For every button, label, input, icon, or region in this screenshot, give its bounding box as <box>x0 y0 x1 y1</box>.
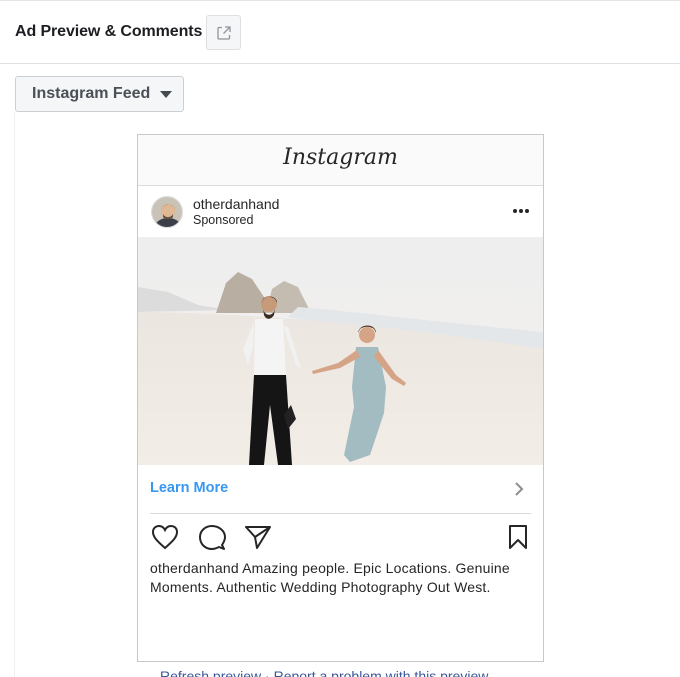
preview-footer-links[interactable]: Refresh preview · Report a problem with … <box>160 668 488 677</box>
external-link-icon <box>216 25 231 40</box>
chevron-right-icon <box>515 482 524 496</box>
divider <box>150 513 531 514</box>
page-title: Ad Preview & Comments <box>15 23 203 40</box>
avatar[interactable] <box>151 196 183 228</box>
instagram-preview-frame: Instagram otherdanhand Sponsored Learn M… <box>137 134 544 662</box>
divider <box>14 112 15 677</box>
caret-down-icon <box>160 90 173 98</box>
post-username[interactable]: otherdanhand <box>193 196 279 212</box>
learn-more-button[interactable]: Learn More <box>138 465 543 513</box>
placement-dropdown[interactable]: Instagram Feed <box>15 76 184 112</box>
instagram-logo: Instagram <box>283 145 398 170</box>
more-dots-icon[interactable] <box>512 208 530 214</box>
preview-header: Ad Preview & Comments <box>0 0 680 64</box>
learn-more-label: Learn More <box>150 480 229 496</box>
placement-dropdown-label: Instagram Feed <box>32 85 151 102</box>
comment-icon[interactable] <box>198 524 226 552</box>
share-icon[interactable] <box>244 524 272 550</box>
sponsored-label: Sponsored <box>193 213 254 227</box>
post-caption: otherdanhand Amazing people. Epic Locati… <box>150 559 535 597</box>
ad-photo <box>138 237 543 465</box>
heart-icon[interactable] <box>151 524 179 550</box>
open-external-button[interactable] <box>206 15 241 50</box>
caption-username[interactable]: otherdanhand <box>150 560 239 576</box>
instagram-top-bar: Instagram <box>138 135 543 186</box>
bookmark-icon[interactable] <box>507 524 529 550</box>
